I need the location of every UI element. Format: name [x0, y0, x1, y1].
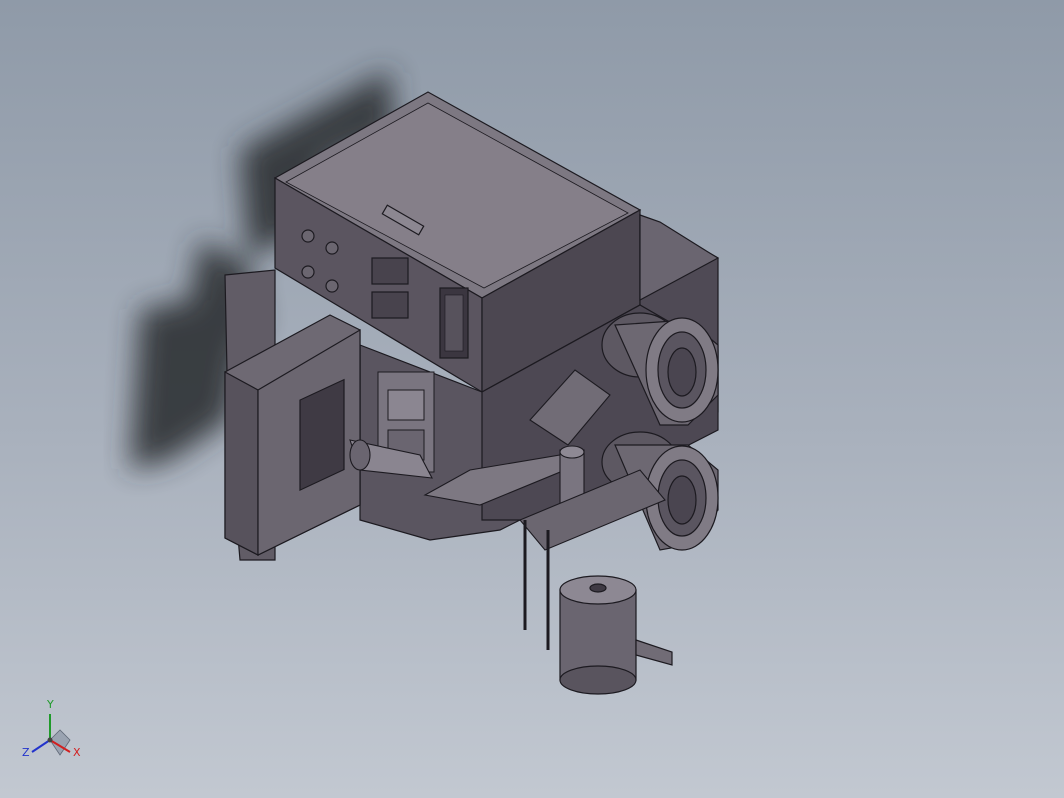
- knob-3: [301, 265, 315, 279]
- machine-assembly-model[interactable]: [0, 0, 1064, 798]
- knob-1: [301, 229, 315, 243]
- knob-4: [325, 279, 339, 293]
- knob-2: [325, 241, 339, 255]
- axis-triad: Y X Z: [18, 698, 88, 770]
- switch-panel-1: [371, 257, 409, 285]
- drive-motor[interactable]: [559, 575, 673, 695]
- z-axis-label: Z: [22, 746, 30, 759]
- z-axis-line: [31, 739, 51, 753]
- x-axis-label: X: [73, 746, 81, 759]
- switch-panel-2: [371, 291, 409, 319]
- cad-viewport[interactable]: Y X Z: [0, 0, 1064, 798]
- y-axis-label: Y: [47, 698, 54, 711]
